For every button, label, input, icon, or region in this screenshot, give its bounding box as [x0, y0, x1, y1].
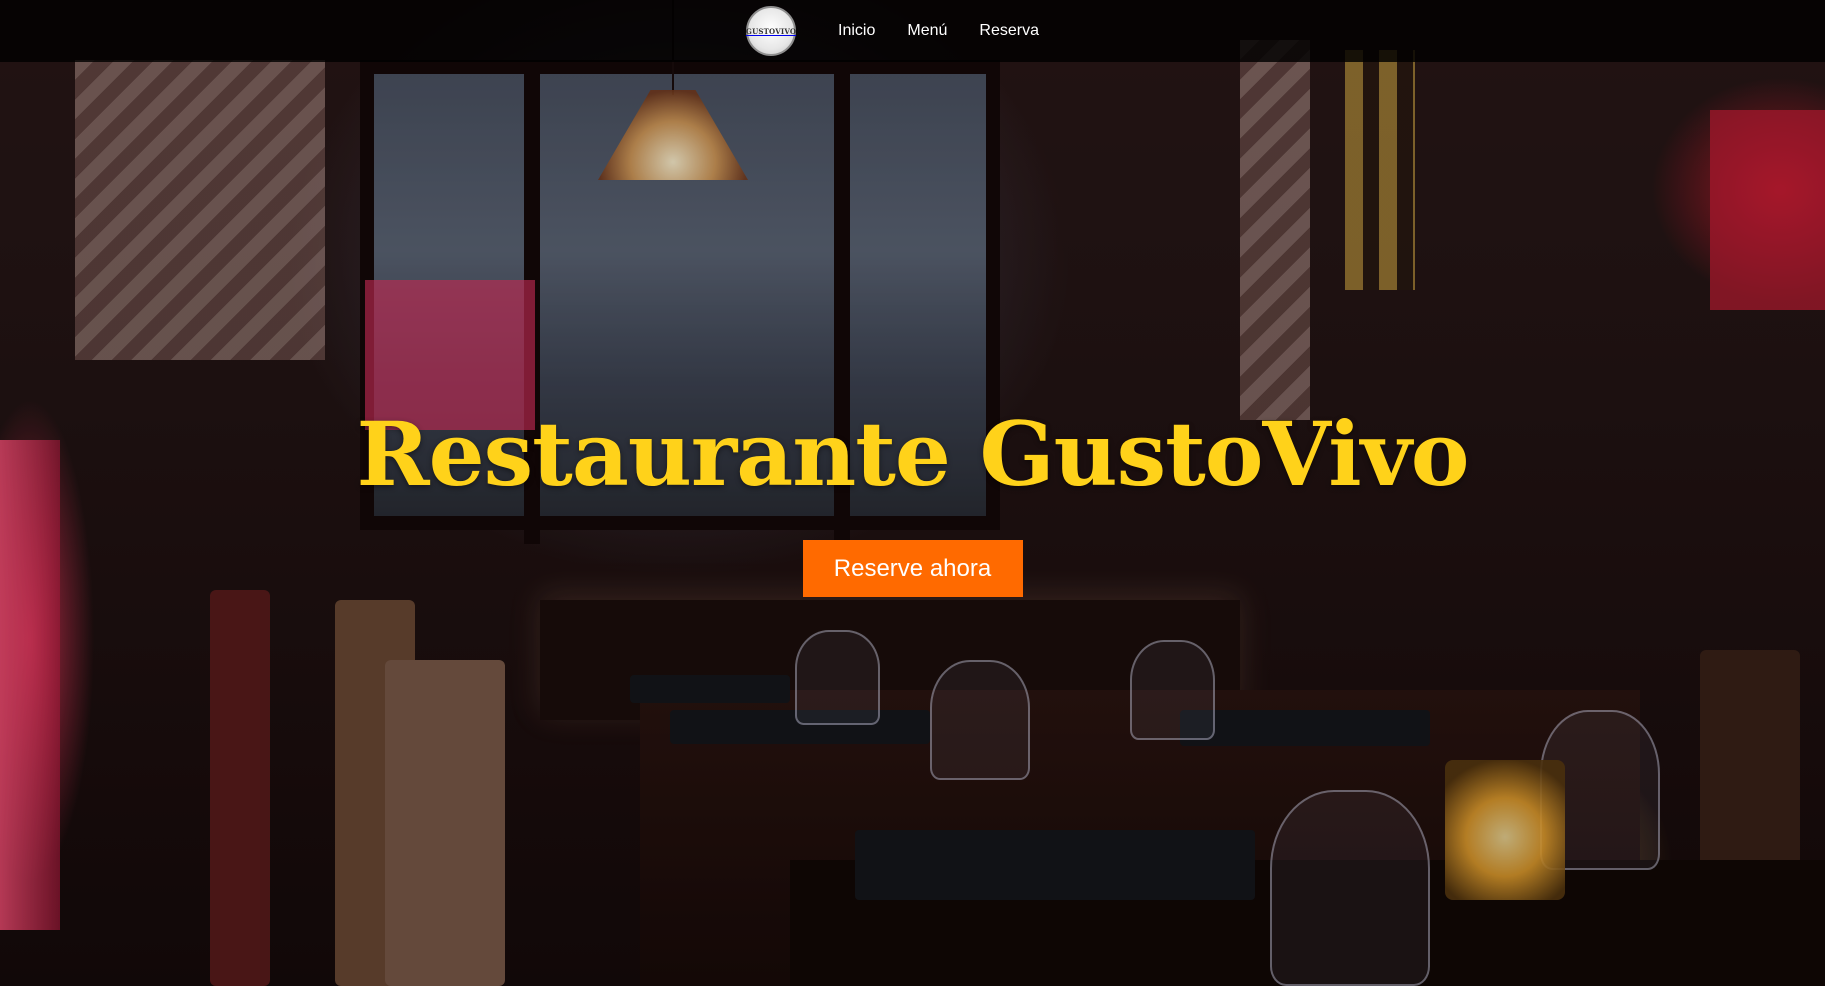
- navbar: GUSTOVIVO Inicio Menú Reserva: [0, 0, 1825, 62]
- nav-link-reserva[interactable]: Reserva: [979, 22, 1039, 40]
- hero-section: GUSTOVIVO Inicio Menú Reserva Restaurant…: [0, 0, 1825, 986]
- reserve-now-button[interactable]: Reserve ahora: [802, 540, 1023, 597]
- nav-link-menu[interactable]: Menú: [907, 22, 947, 40]
- nav-link-inicio[interactable]: Inicio: [838, 22, 875, 40]
- hero-content: Restaurante GustoVivo Reserve ahora: [0, 410, 1825, 597]
- hero-title: Restaurante GustoVivo: [356, 402, 1470, 506]
- gustovivo-logo-icon[interactable]: GUSTOVIVO: [745, 6, 797, 56]
- nav-inner: GUSTOVIVO Inicio Menú Reserva: [746, 6, 1039, 56]
- logo-text: GUSTOVIVO: [745, 26, 797, 36]
